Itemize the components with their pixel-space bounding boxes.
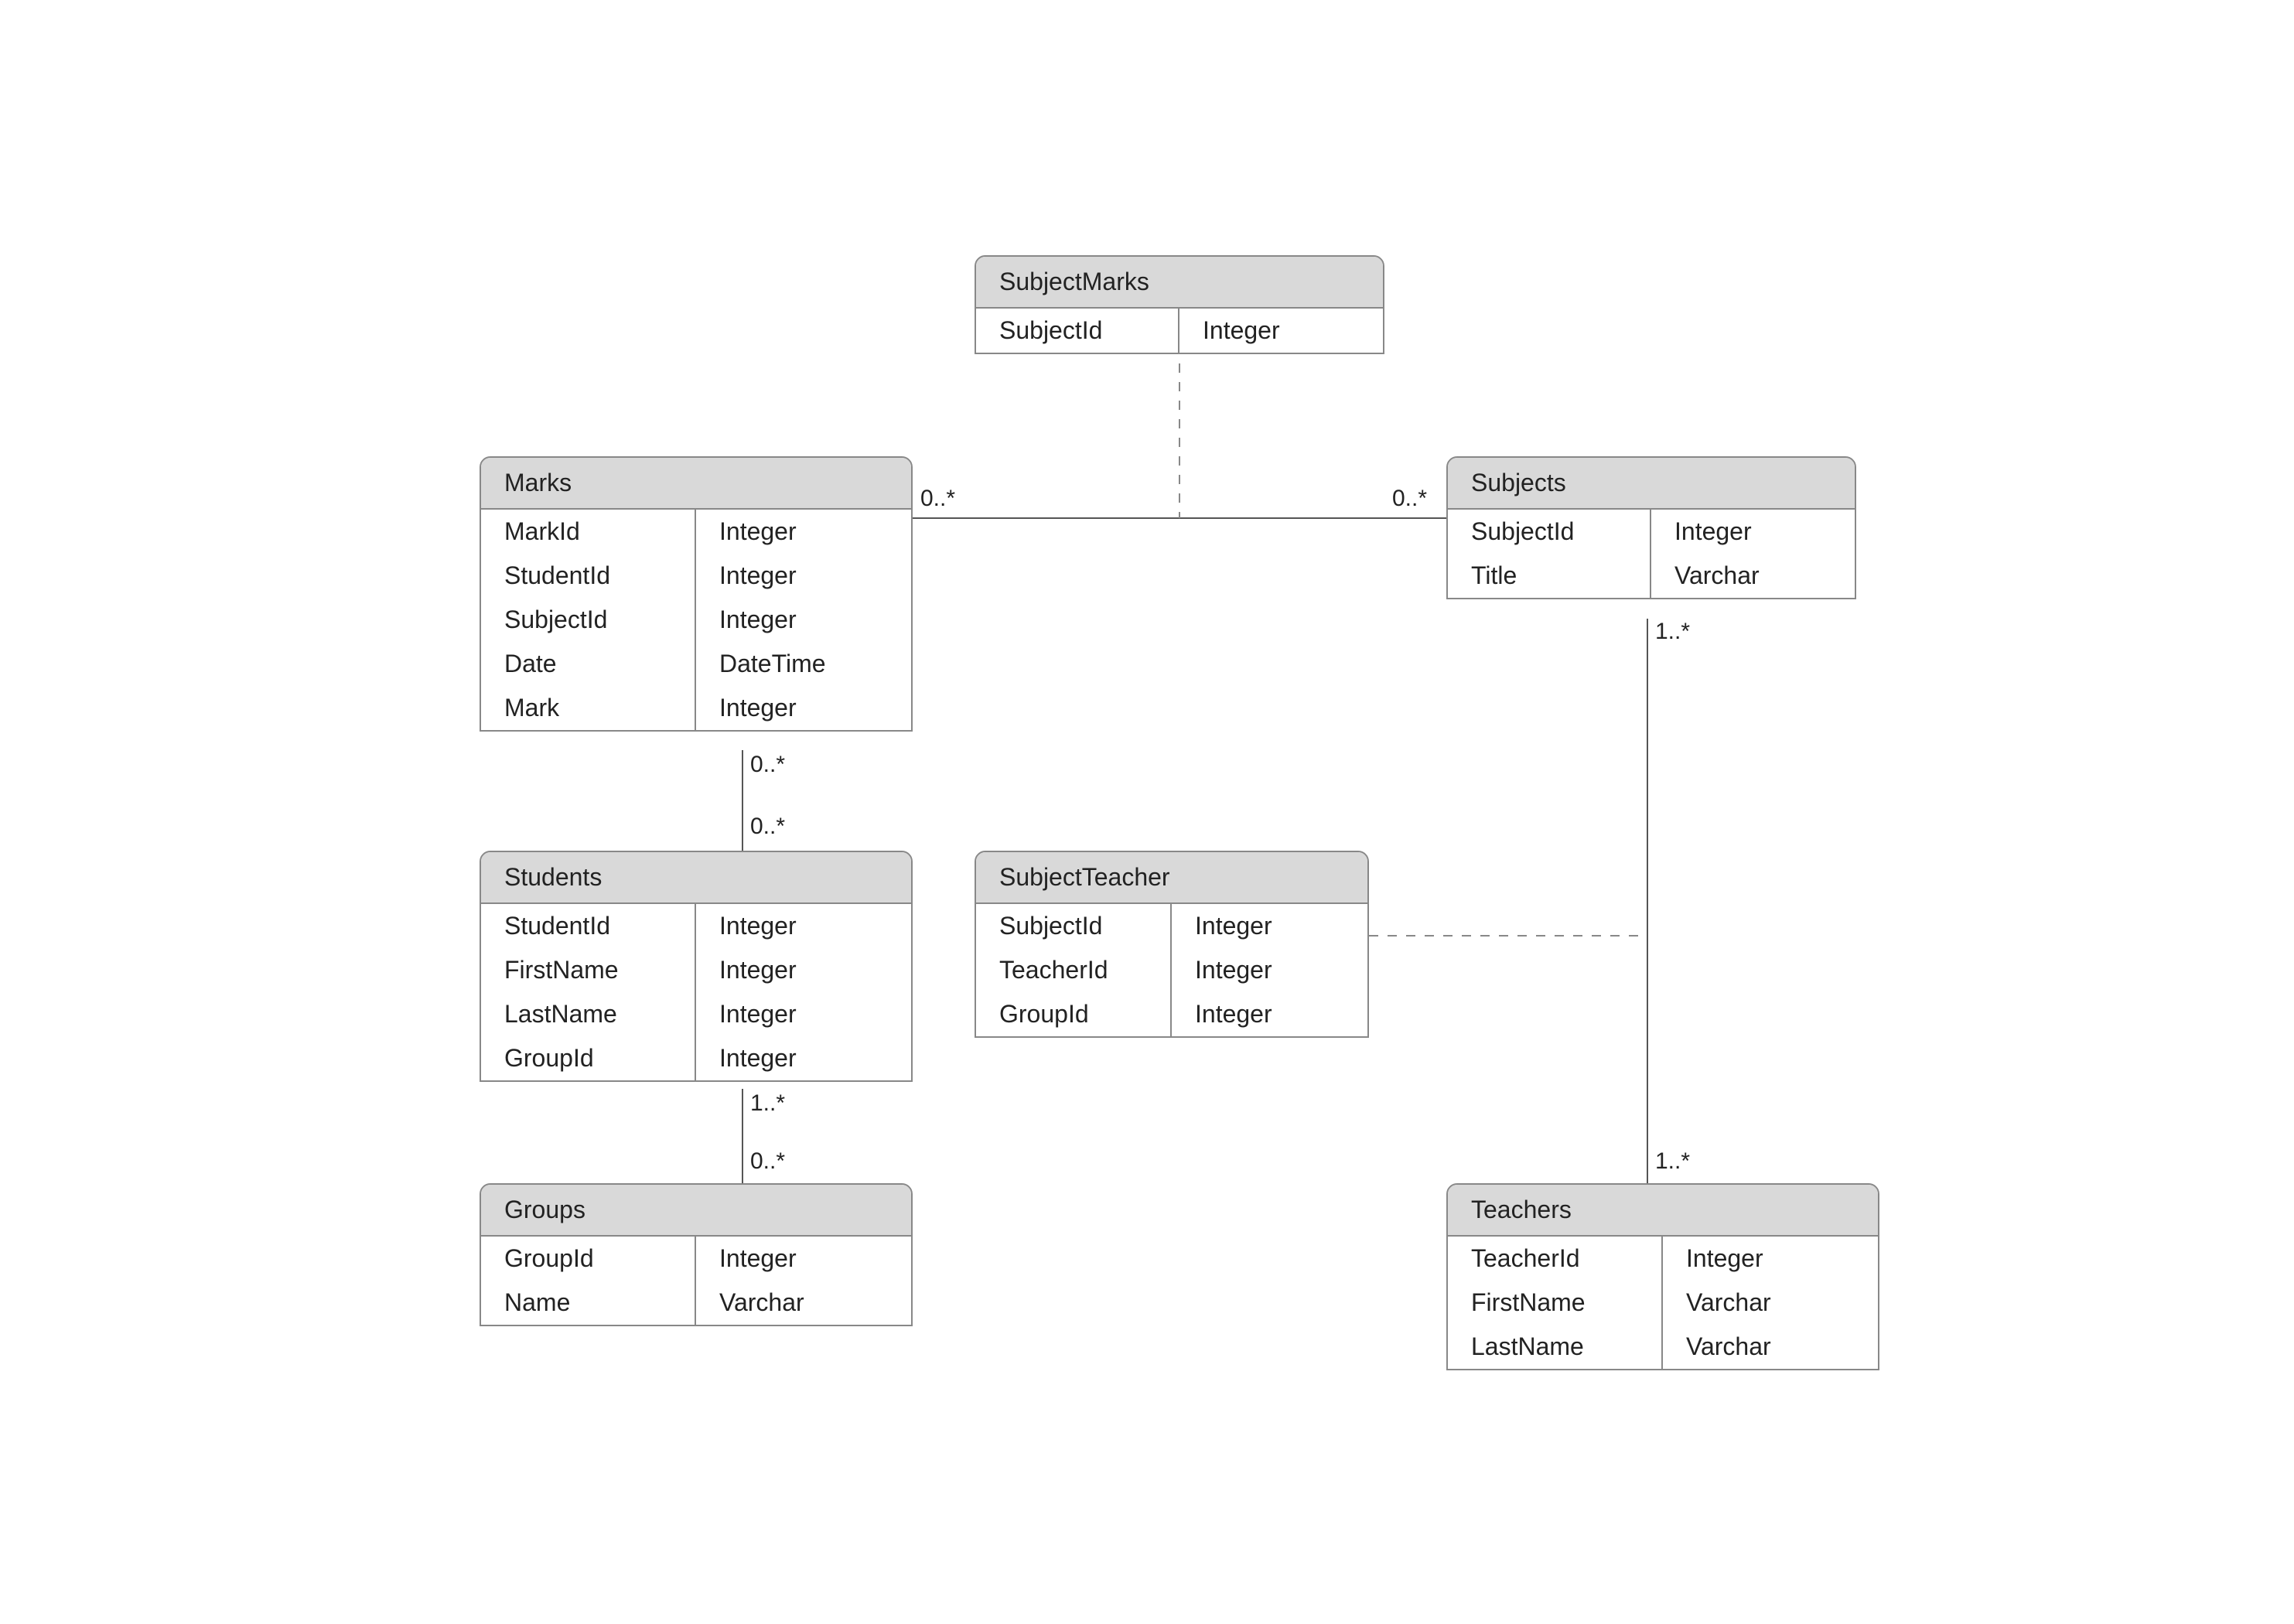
table-row: TeacherId Integer xyxy=(1448,1237,1878,1281)
field-type: Varchar xyxy=(696,1281,911,1325)
field-type: Integer xyxy=(1172,904,1367,948)
mult-students-top: 0..* xyxy=(750,814,785,840)
field-name: FirstName xyxy=(481,948,696,992)
field-name: Name xyxy=(481,1281,696,1325)
entity-teachers[interactable]: Teachers TeacherId Integer FirstName Var… xyxy=(1446,1183,1879,1370)
field-type: Integer xyxy=(696,598,911,642)
entity-groups[interactable]: Groups GroupId Integer Name Varchar xyxy=(480,1183,913,1326)
entity-students[interactable]: Students StudentId Integer FirstName Int… xyxy=(480,851,913,1082)
table-row: StudentId Integer xyxy=(481,904,911,948)
mult-marks-right: 0..* xyxy=(920,486,955,512)
table-row: SubjectId Integer xyxy=(481,598,911,642)
field-type: Integer xyxy=(1651,510,1855,554)
table-row: Name Varchar xyxy=(481,1281,911,1325)
field-name: TeacherId xyxy=(1448,1237,1663,1281)
field-type: Integer xyxy=(1663,1237,1878,1281)
entity-marks[interactable]: Marks MarkId Integer StudentId Integer S… xyxy=(480,456,913,732)
table-row: Mark Integer xyxy=(481,686,911,730)
entity-students-body: StudentId Integer FirstName Integer Last… xyxy=(481,904,911,1080)
field-name: StudentId xyxy=(481,554,696,598)
table-row: FirstName Varchar xyxy=(1448,1281,1878,1325)
field-type: Integer xyxy=(696,948,911,992)
field-name: FirstName xyxy=(1448,1281,1663,1325)
mult-marks-bottom: 0..* xyxy=(750,752,785,778)
entity-subjectmarks[interactable]: SubjectMarks SubjectId Integer xyxy=(975,255,1384,354)
field-name: SubjectId xyxy=(976,309,1179,353)
field-name: GroupId xyxy=(481,1237,696,1281)
mult-subjects-bottom: 1..* xyxy=(1655,619,1690,645)
entity-subjects-title: Subjects xyxy=(1448,458,1855,510)
entity-subjectteacher-title: SubjectTeacher xyxy=(976,852,1367,904)
entity-teachers-body: TeacherId Integer FirstName Varchar Last… xyxy=(1448,1237,1878,1369)
table-row: Date DateTime xyxy=(481,642,911,686)
table-row: SubjectId Integer xyxy=(1448,510,1855,554)
field-name: SubjectId xyxy=(1448,510,1651,554)
mult-groups-top: 0..* xyxy=(750,1148,785,1175)
field-name: Title xyxy=(1448,554,1651,598)
table-row: Title Varchar xyxy=(1448,554,1855,598)
entity-groups-title: Groups xyxy=(481,1185,911,1237)
entity-marks-body: MarkId Integer StudentId Integer Subject… xyxy=(481,510,911,730)
field-type: Integer xyxy=(696,992,911,1036)
field-name: TeacherId xyxy=(976,948,1172,992)
field-type: Integer xyxy=(696,686,911,730)
entity-subjects[interactable]: Subjects SubjectId Integer Title Varchar xyxy=(1446,456,1856,599)
field-type: Integer xyxy=(696,1036,911,1080)
mult-teachers-top: 1..* xyxy=(1655,1148,1690,1175)
field-name: MarkId xyxy=(481,510,696,554)
entity-marks-title: Marks xyxy=(481,458,911,510)
field-name: SubjectId xyxy=(481,598,696,642)
field-type: Integer xyxy=(1172,948,1367,992)
table-row: LastName Integer xyxy=(481,992,911,1036)
table-row: SubjectId Integer xyxy=(976,904,1367,948)
field-type: Integer xyxy=(696,510,911,554)
field-name: GroupId xyxy=(481,1036,696,1080)
field-type: Integer xyxy=(696,1237,911,1281)
table-row: GroupId Integer xyxy=(481,1237,911,1281)
entity-subjectteacher-body: SubjectId Integer TeacherId Integer Grou… xyxy=(976,904,1367,1036)
field-type: Integer xyxy=(1172,992,1367,1036)
entity-subjectmarks-body: SubjectId Integer xyxy=(976,309,1383,353)
field-name: Date xyxy=(481,642,696,686)
table-row: LastName Varchar xyxy=(1448,1325,1878,1369)
table-row: SubjectId Integer xyxy=(976,309,1383,353)
field-type: Integer xyxy=(696,904,911,948)
field-type: Integer xyxy=(1179,309,1383,353)
table-row: FirstName Integer xyxy=(481,948,911,992)
table-row: StudentId Integer xyxy=(481,554,911,598)
entity-teachers-title: Teachers xyxy=(1448,1185,1878,1237)
field-type: DateTime xyxy=(696,642,911,686)
connectors-layer xyxy=(0,0,2294,1624)
field-type: Integer xyxy=(696,554,911,598)
entity-subjects-body: SubjectId Integer Title Varchar xyxy=(1448,510,1855,598)
field-name: GroupId xyxy=(976,992,1172,1036)
table-row: GroupId Integer xyxy=(481,1036,911,1080)
table-row: MarkId Integer xyxy=(481,510,911,554)
table-row: GroupId Integer xyxy=(976,992,1367,1036)
entity-subjectmarks-title: SubjectMarks xyxy=(976,257,1383,309)
field-name: SubjectId xyxy=(976,904,1172,948)
table-row: TeacherId Integer xyxy=(976,948,1367,992)
entity-groups-body: GroupId Integer Name Varchar xyxy=(481,1237,911,1325)
mult-subjects-left: 0..* xyxy=(1392,486,1427,512)
field-name: LastName xyxy=(1448,1325,1663,1369)
field-name: LastName xyxy=(481,992,696,1036)
field-name: Mark xyxy=(481,686,696,730)
field-type: Varchar xyxy=(1651,554,1855,598)
entity-students-title: Students xyxy=(481,852,911,904)
er-diagram-canvas: SubjectMarks SubjectId Integer Marks Mar… xyxy=(0,0,2294,1624)
field-type: Varchar xyxy=(1663,1281,1878,1325)
mult-students-bottom: 1..* xyxy=(750,1090,785,1117)
field-type: Varchar xyxy=(1663,1325,1878,1369)
field-name: StudentId xyxy=(481,904,696,948)
entity-subjectteacher[interactable]: SubjectTeacher SubjectId Integer Teacher… xyxy=(975,851,1369,1038)
